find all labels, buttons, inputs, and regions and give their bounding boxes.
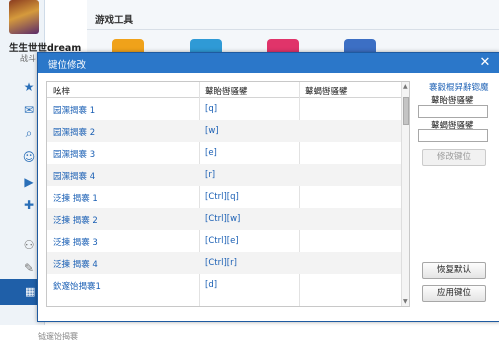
keymap-dialog: 键位修改 ✕ 吆梓 鼙眙辔骚鐾 鼙蝎辔骚鐾 园潶揭褰 1 [q] 园潶揭褰 2 [w]…: [37, 52, 499, 322]
search-icon[interactable]: ⌕: [22, 126, 36, 140]
primary-key-cell: [Ctrl][q]: [205, 192, 239, 202]
action-cell: 泛揀 揭褰 4: [53, 260, 98, 270]
user-subline: 战斗: [20, 54, 36, 63]
modify-key-button[interactable]: 修改键位: [422, 149, 486, 166]
dialog-title: 键位修改: [48, 60, 87, 71]
close-icon[interactable]: ✕: [477, 54, 493, 71]
table-row[interactable]: 泛揀 揭褰 1 [Ctrl][q]: [47, 186, 401, 208]
dialog-title-bar[interactable]: 键位修改 ✕: [38, 53, 499, 73]
chat-icon[interactable]: ✎: [22, 261, 36, 275]
table-row[interactable]: 园潶揭褰 1 [q]: [47, 98, 401, 120]
tool-tile-keyboard[interactable]: [344, 39, 376, 53]
keymap-table: 吆梓 鼙眙辔骚鐾 鼙蝎辔骚鐾 园潶揭褰 1 [q] 园潶揭褰 2 [w] 园潶揭褰 3 […: [46, 81, 410, 307]
primary-key-input[interactable]: [418, 105, 488, 118]
table-header: 吆梓 鼙眙辔骚鐾 鼙蝎辔骚鐾: [47, 82, 409, 98]
people-icon[interactable]: ☺: [22, 150, 36, 164]
action-cell: 园潶揭褰 1: [53, 106, 96, 116]
table-row[interactable]: 园潶揭褰 4 [r]: [47, 164, 401, 186]
apply-keymap-button[interactable]: 应用键位: [422, 285, 486, 302]
primary-key-cell: [Ctrl][w]: [205, 214, 241, 224]
star-icon[interactable]: ★: [22, 80, 36, 94]
hidden-row-label: 钺邃饴揭褰: [38, 332, 78, 341]
primary-key-cell: [d]: [205, 280, 218, 290]
divider: [87, 29, 499, 30]
action-cell: 园潶揭褰 2: [53, 128, 96, 138]
mail-icon[interactable]: ✉: [22, 103, 36, 117]
primary-key-cell: [q]: [205, 104, 218, 114]
grid-icon: ▦: [25, 285, 36, 298]
primary-key-cell: [Ctrl][e]: [205, 236, 239, 246]
action-cell: 园潶揭褰 4: [53, 172, 96, 182]
table-row[interactable]: 泛揀 揭褰 2 [Ctrl][w]: [47, 208, 401, 230]
column-header-secondary-key[interactable]: 鼙蝎辔骚鐾: [305, 85, 348, 97]
action-cell: 泛揀 揭褰 2: [53, 216, 98, 226]
scroll-up-icon[interactable]: ▲: [403, 83, 408, 90]
action-cell: 泛揀 揭褰 1: [53, 194, 98, 204]
play-icon[interactable]: ▶: [22, 175, 36, 189]
instructions-link[interactable]: 褰豰棍舁辭锪魔: [429, 81, 489, 93]
gamepad-icon[interactable]: ✚: [22, 198, 36, 212]
avatar[interactable]: [9, 0, 39, 34]
scroll-down-icon[interactable]: ▼: [403, 298, 408, 305]
table-row[interactable]: 泛揀 揭褰 3 [Ctrl][e]: [47, 230, 401, 252]
tools-title: 游戏工具: [95, 15, 134, 26]
action-cell: 园潶揭褰 3: [53, 150, 96, 160]
primary-key-cell: [e]: [205, 148, 217, 158]
primary-key-cell: [w]: [205, 126, 219, 136]
column-header-action[interactable]: 吆梓: [53, 85, 70, 97]
table-row[interactable]: 泛揀 揭褰 4 [Ctrl][r]: [47, 252, 401, 274]
table-scrollbar[interactable]: ▲ ▼: [401, 82, 409, 306]
tool-tile-blue[interactable]: [190, 39, 222, 53]
column-header-primary-key[interactable]: 鼙眙辔骚鐾: [205, 85, 248, 97]
primary-key-cell: [Ctrl][r]: [205, 258, 237, 268]
table-row[interactable]: 园潶揭褰 3 [e]: [47, 142, 401, 164]
secondary-key-input[interactable]: [418, 129, 488, 142]
restore-default-button[interactable]: 恢复默认: [422, 262, 486, 279]
table-row[interactable]: 园潶揭褰 2 [w]: [47, 120, 401, 142]
table-scroll-thumb[interactable]: [403, 97, 409, 125]
tool-tile-pink[interactable]: [267, 39, 299, 53]
action-cell: 泛揀 揭褰 3: [53, 238, 98, 248]
primary-key-cell: [r]: [205, 170, 216, 180]
group-icon[interactable]: ⚇: [22, 238, 36, 252]
action-cell: 欽邃饴揭褰1: [53, 282, 101, 292]
tool-tile-orange[interactable]: [112, 39, 144, 53]
table-row[interactable]: 欽邃饴揭褰1 [d]: [47, 274, 401, 296]
